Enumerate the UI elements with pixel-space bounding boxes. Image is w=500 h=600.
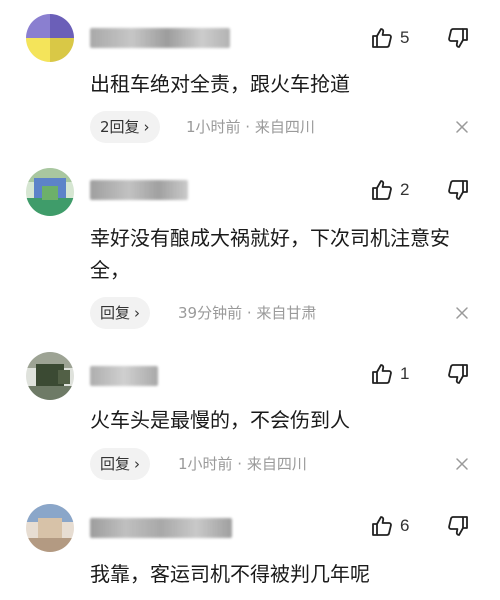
reply-button[interactable]: 回复 › — [90, 448, 151, 480]
thumb-up-icon — [372, 516, 392, 536]
avatar-pixel — [26, 198, 74, 216]
reply-button[interactable]: 2回复 › — [90, 111, 160, 143]
comment-item: 6 我靠，客运司机不得被判几年呢 — [0, 490, 500, 600]
avatar-pixel — [26, 386, 74, 400]
like-count: 5 — [400, 28, 410, 47]
comment-meta: 1小时前 · 来自四川 — [178, 455, 307, 473]
thumb-up-icon — [372, 364, 392, 384]
avatar-pixel — [58, 370, 70, 384]
avatar[interactable] — [26, 14, 74, 62]
comment-text: 幸好没有酿成大祸就好，下次司机注意安全， — [90, 226, 450, 282]
username-redacted[interactable] — [90, 28, 230, 48]
close-button[interactable] — [454, 305, 470, 321]
chevron-right-icon: › — [134, 455, 141, 473]
reply-label: 回复 — [100, 455, 131, 473]
thumb-down-icon — [448, 364, 468, 384]
dislike-button[interactable] — [446, 514, 472, 540]
like-count: 6 — [400, 516, 410, 535]
avatar-pixel — [50, 14, 74, 38]
comment-text: 出租车绝对全责，跟火车抢道 — [90, 72, 350, 96]
reply-label: 回复 — [100, 304, 131, 322]
comment-item: 1 火车头是最慢的，不会伤到人 回复 › 1小时前 · 来自四川 — [0, 340, 500, 490]
avatar[interactable] — [26, 352, 74, 400]
comment-text: 我靠，客运司机不得被判几年呢 — [90, 562, 370, 586]
comment-item: 2 幸好没有酿成大祸就好，下次司机注意安全， 回复 › 39分钟前 · 来自甘肃 — [0, 150, 500, 340]
avatar-pixel — [26, 14, 50, 38]
username-redacted[interactable] — [90, 518, 232, 538]
chevron-right-icon: › — [134, 304, 141, 322]
avatar-pixel — [50, 38, 74, 62]
close-icon — [456, 458, 468, 470]
like-count: 1 — [400, 364, 410, 383]
avatar-pixel — [26, 538, 74, 552]
reply-button[interactable]: 回复 › — [90, 297, 151, 329]
close-icon — [456, 307, 468, 319]
close-button[interactable] — [454, 119, 470, 135]
dislike-button[interactable] — [446, 26, 472, 52]
thumb-up-icon — [372, 180, 392, 200]
thumb-down-icon — [448, 28, 468, 48]
comment-text: 火车头是最慢的，不会伤到人 — [90, 408, 350, 432]
comment-item: 5 出租车绝对全责，跟火车抢道 2回复 › 1小时前 · 来自四川 — [0, 0, 500, 150]
thumb-down-icon — [448, 180, 468, 200]
thumb-down-icon — [448, 516, 468, 536]
thumb-up-icon — [372, 28, 392, 48]
like-count: 2 — [400, 180, 410, 199]
like-button[interactable]: 1 — [370, 360, 422, 388]
chevron-right-icon: › — [143, 118, 150, 136]
comment-meta: 1小时前 · 来自四川 — [186, 118, 315, 136]
close-icon — [456, 121, 468, 133]
avatar[interactable] — [26, 504, 74, 552]
like-button[interactable]: 2 — [370, 176, 422, 204]
avatar-pixel — [42, 186, 58, 200]
avatar[interactable] — [26, 168, 74, 216]
dislike-button[interactable] — [446, 362, 472, 388]
username-redacted[interactable] — [90, 366, 158, 386]
like-button[interactable]: 5 — [370, 24, 422, 52]
comment-meta: 39分钟前 · 来自甘肃 — [178, 304, 317, 322]
reply-label: 2回复 — [100, 118, 140, 136]
avatar-pixel — [26, 38, 50, 62]
like-button[interactable]: 6 — [370, 512, 422, 540]
close-button[interactable] — [454, 456, 470, 472]
username-redacted[interactable] — [90, 180, 188, 200]
dislike-button[interactable] — [446, 178, 472, 204]
avatar-pixel — [38, 518, 62, 540]
